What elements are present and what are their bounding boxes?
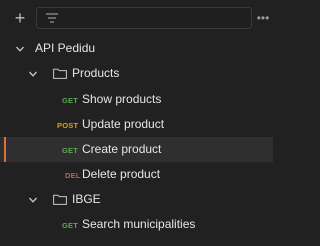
sidebar-toolbar: + ••• bbox=[0, 0, 273, 36]
folder-products[interactable]: Products bbox=[0, 61, 273, 86]
request-label: Create product bbox=[82, 142, 162, 156]
request-label: Search municipalities bbox=[82, 217, 196, 231]
folder-label: Products bbox=[72, 66, 120, 80]
filter-lines-icon bbox=[46, 13, 58, 23]
request-create-product[interactable]: GET Create product bbox=[0, 137, 273, 162]
request-label: Update product bbox=[82, 117, 165, 131]
folder-ibge[interactable]: IBGE bbox=[0, 187, 273, 212]
collection-label: API Pedidu bbox=[35, 41, 96, 55]
filter-input[interactable] bbox=[36, 7, 252, 29]
method-badge: GET bbox=[62, 96, 79, 105]
chevron-down-icon bbox=[29, 197, 37, 203]
selection-indicator bbox=[4, 137, 6, 162]
request-update-product[interactable]: POST Update product bbox=[0, 112, 273, 137]
add-button[interactable]: + bbox=[10, 8, 30, 28]
plus-icon: + bbox=[14, 8, 26, 28]
more-options-button[interactable]: ••• bbox=[256, 7, 270, 29]
request-delete-product[interactable]: DEL Delete product bbox=[0, 162, 273, 187]
method-badge: GET bbox=[62, 146, 79, 155]
folder-icon bbox=[53, 194, 67, 205]
request-label: Show products bbox=[82, 92, 162, 106]
request-label: Delete product bbox=[82, 167, 161, 181]
collection-api-pedidu[interactable]: API Pedidu bbox=[0, 36, 273, 61]
request-search-municipalities[interactable]: GET Search municipalities bbox=[0, 212, 273, 237]
method-badge: POST bbox=[57, 121, 79, 130]
method-badge: DEL bbox=[65, 171, 81, 180]
folder-label: IBGE bbox=[72, 192, 101, 206]
method-badge: GET bbox=[62, 221, 79, 230]
folder-icon bbox=[53, 68, 67, 79]
chevron-down-icon bbox=[29, 71, 37, 77]
more-icon: ••• bbox=[256, 11, 270, 25]
chevron-down-icon bbox=[16, 46, 24, 52]
request-show-products[interactable]: GET Show products bbox=[0, 87, 273, 112]
